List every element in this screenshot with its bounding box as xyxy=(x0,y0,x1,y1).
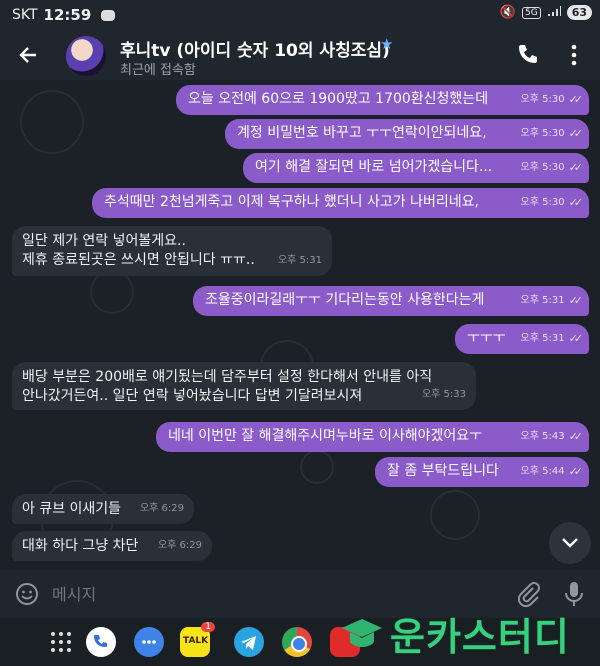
watermark: 운카스터디 xyxy=(340,606,570,661)
chat-title[interactable]: 후니tv (아이디 숫자 10외 사칭조심) xyxy=(120,36,390,61)
message-time: 오후 5:44 xyxy=(520,466,565,477)
message-text: 계정 비밀번호 바꾸고 ㅜㅜ연락이안되네요, xyxy=(237,125,487,141)
message-text: 아 큐브 이새기들 xyxy=(22,501,122,517)
mute-icon: 🔇 xyxy=(499,5,516,20)
message-time: 오후 5:31 xyxy=(520,333,565,344)
last-seen-status: 최근에 접속함 xyxy=(120,63,196,78)
message-text: 잘 좀 부탁드립니다 xyxy=(387,463,499,479)
message-time: 오후 5:31 xyxy=(277,255,322,266)
kakaotalk-app-icon[interactable]: TALK 1 xyxy=(180,622,215,657)
outgoing-message[interactable]: 여기 해결 잘되면 바로 넘어가겠습니다... 오후 5:30 ✓✓ xyxy=(243,153,589,183)
message-time: 오후 6:29 xyxy=(157,540,202,551)
graduation-cap-icon xyxy=(342,618,382,647)
message-time: 오후 5:30 xyxy=(520,128,565,139)
incoming-message[interactable]: 대화 하다 그냥 차단 오후 6:29 xyxy=(12,531,212,561)
carrier-label: SKT xyxy=(12,7,38,23)
messages-app-icon[interactable] xyxy=(134,627,164,657)
voice-message-button[interactable] xyxy=(562,579,586,609)
attach-button[interactable] xyxy=(515,580,541,608)
message-time: 오후 5:43 xyxy=(520,431,565,442)
message-text-line: 일단 제가 연락 넣어볼게요.. xyxy=(22,233,186,249)
avatar[interactable] xyxy=(66,36,106,76)
outgoing-message[interactable]: 잘 좀 부탁드립니다 오후 5:44 ✓✓ xyxy=(375,457,589,487)
message-time: 오후 5:30 xyxy=(520,197,565,208)
outgoing-message[interactable]: ㅜㅜㅜ 오후 5:31 ✓✓ xyxy=(455,324,589,354)
read-checkmarks-icon: ✓✓ xyxy=(568,332,584,345)
message-text: 네네 이번만 잘 해결해주시며누바로 이사해야겠어요ㅜ xyxy=(168,428,483,444)
clock: 12:59 xyxy=(43,6,92,24)
message-text: 대화 하다 그냥 차단 xyxy=(22,538,139,554)
kakaotalk-label: TALK xyxy=(183,636,209,646)
scroll-down-button[interactable] xyxy=(549,522,591,564)
background-doodle xyxy=(20,90,84,154)
message-time: 오후 6:29 xyxy=(139,503,184,514)
outgoing-message[interactable]: 조율중이라길래ㅜㅜ 기다리는동안 사용한다는게 오후 5:31 ✓✓ xyxy=(193,286,589,316)
outgoing-message[interactable]: 네네 이번만 잘 해결해주시며누바로 이사해야겠어요ㅜ 오후 5:43 ✓✓ xyxy=(156,422,589,452)
message-list[interactable]: 오늘 오전에 60으로 1900땄고 1700환신청했는데 오후 5:30 ✓✓ … xyxy=(0,80,600,570)
message-time: 오후 5:31 xyxy=(520,295,565,306)
read-checkmarks-icon: ✓✓ xyxy=(568,294,584,307)
read-checkmarks-icon: ✓✓ xyxy=(568,93,584,106)
message-text: 조율중이라길래ㅜㅜ 기다리는동안 사용한다는게 xyxy=(205,292,485,308)
outgoing-message[interactable]: 계정 비밀번호 바꾸고 ㅜㅜ연락이안되네요, 오후 5:30 ✓✓ xyxy=(225,119,589,149)
message-time: 오후 5:33 xyxy=(421,389,466,400)
network-label: 5G xyxy=(521,6,541,19)
back-arrow-icon xyxy=(19,47,36,63)
signal-icon xyxy=(547,5,561,20)
back-button[interactable] xyxy=(14,40,44,70)
chevron-down-icon xyxy=(562,538,578,548)
star-icon: ★ xyxy=(380,35,394,53)
message-input[interactable] xyxy=(50,580,494,608)
emoji-button[interactable] xyxy=(14,581,40,607)
telegram-app-icon[interactable] xyxy=(234,627,264,657)
message-time: 오후 5:30 xyxy=(520,162,565,173)
more-menu-button[interactable] xyxy=(564,41,584,69)
message-text: ㅜㅜㅜ xyxy=(467,330,506,346)
incoming-message[interactable]: 아 큐브 이새기들 오후 6:29 xyxy=(12,494,194,524)
incoming-message[interactable]: 배당 부분은 200배로 얘기됬는데 담주부터 설정 한다해서 안내를 아직 안… xyxy=(12,362,476,410)
read-checkmarks-icon: ✓✓ xyxy=(568,465,584,478)
read-checkmarks-icon: ✓✓ xyxy=(568,127,584,140)
chat-notification-icon xyxy=(101,9,116,21)
outgoing-message[interactable]: 추석때만 2천넘게죽고 이제 복구하나 했더니 사고가 나버리네요, 오후 5:… xyxy=(92,188,589,218)
message-text-line: 배당 부분은 200배로 얘기됬는데 담주부터 설정 한다해서 안내를 아직 xyxy=(22,369,433,385)
message-time: 오후 5:30 xyxy=(520,94,565,105)
message-text: 여기 해결 잘되면 바로 넘어가겠습니다... xyxy=(255,159,493,175)
phone-icon xyxy=(519,45,537,63)
chrome-app-icon[interactable] xyxy=(282,627,312,657)
read-checkmarks-icon: ✓✓ xyxy=(568,430,584,443)
battery-indicator: 63 xyxy=(566,5,592,20)
paperclip-icon xyxy=(517,582,540,608)
message-text: 추석때만 2천넘게죽고 이제 복구하나 했더니 사고가 나버리네요, xyxy=(104,194,479,210)
app-drawer-icon[interactable] xyxy=(46,627,76,657)
background-doodle xyxy=(430,490,480,540)
smiley-icon xyxy=(16,583,38,605)
message-text-line: 안나갔거든여.. 일단 연락 넣어놨습니다 답변 기달려보시져 xyxy=(22,388,363,404)
read-checkmarks-icon: ✓✓ xyxy=(568,196,584,209)
microphone-icon xyxy=(565,582,583,606)
incoming-message[interactable]: 일단 제가 연락 넣어볼게요.. 제휴 종료된곳은 쓰시면 안됩니다 ㅠㅠ.. … xyxy=(12,226,332,276)
chat-header: 후니tv (아이디 숫자 10외 사칭조심) ★ 최근에 접속함 xyxy=(0,30,600,80)
read-checkmarks-icon: ✓✓ xyxy=(568,161,584,174)
phone-app-icon[interactable] xyxy=(86,627,116,657)
kebab-menu-icon xyxy=(571,44,577,66)
message-text: 오늘 오전에 60으로 1900땄고 1700환신청했는데 xyxy=(188,91,489,107)
background-doodle xyxy=(300,450,334,484)
background-doodle xyxy=(90,270,134,314)
watermark-text: 운카스터디 xyxy=(390,615,570,659)
outgoing-message[interactable]: 오늘 오전에 60으로 1900땄고 1700환신청했는데 오후 5:30 ✓✓ xyxy=(176,85,589,115)
status-bar: SKT 12:59 🔇 5G 63 xyxy=(0,0,600,30)
notification-badge: 1 xyxy=(201,622,215,632)
call-button[interactable] xyxy=(515,42,541,68)
